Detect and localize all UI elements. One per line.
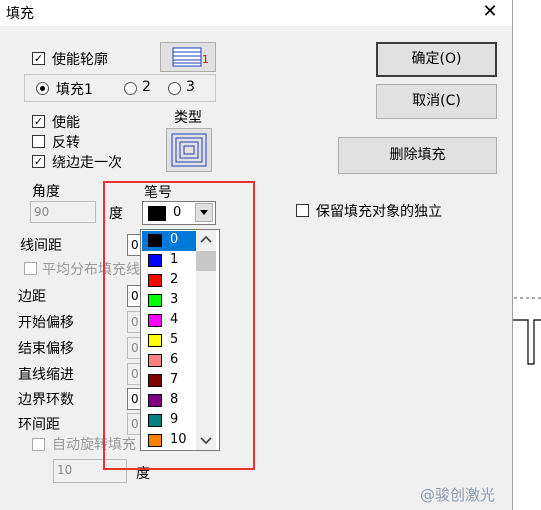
- border-loops-label: 边界环数: [18, 392, 74, 408]
- radio-fill3[interactable]: [168, 82, 181, 95]
- radio-fill2[interactable]: [124, 82, 137, 95]
- start-offset-label: 开始偏移: [18, 315, 74, 331]
- delete-fill-button[interactable]: 删除填充: [338, 137, 497, 174]
- cancel-button[interactable]: 取消(C): [376, 84, 497, 119]
- fill-type-button[interactable]: [166, 128, 212, 172]
- radio-fill2-label: 2: [142, 79, 151, 95]
- canvas-fragment: [512, 297, 541, 365]
- highlight-frame: [103, 181, 255, 470]
- enable-outline-checkbox[interactable]: ✓: [32, 52, 45, 65]
- concentric-squares-icon: [171, 133, 207, 167]
- keep-independent-label: 保留填充对象的独立: [316, 204, 442, 220]
- radio-fill3-label: 3: [186, 79, 195, 95]
- title-bar: [0, 0, 512, 26]
- svg-text:1: 1: [202, 53, 209, 66]
- radio-fill1[interactable]: [36, 82, 49, 95]
- enable-checkbox[interactable]: ✓: [32, 115, 45, 128]
- edge-once-label: 绕边走一次: [52, 155, 122, 171]
- auto-rotate-checkbox[interactable]: [32, 438, 45, 451]
- line-spacing-label: 线间距: [20, 238, 62, 254]
- angle-label: 角度: [32, 184, 60, 200]
- angle-input[interactable]: 90: [30, 201, 96, 223]
- close-button[interactable]: ✕: [479, 1, 501, 23]
- end-offset-label: 结束偏移: [18, 341, 74, 357]
- keep-independent-checkbox[interactable]: [296, 204, 309, 217]
- margin-label: 边距: [18, 289, 46, 305]
- edge-once-checkbox[interactable]: ✓: [32, 155, 45, 168]
- line-shrink-label: 直线缩进: [18, 367, 74, 383]
- watermark: @骏创激光: [420, 486, 496, 504]
- outline-pen-button[interactable]: 1: [160, 42, 216, 72]
- enable-outline-label: 使能轮廓: [52, 52, 108, 68]
- average-distribute-checkbox[interactable]: [24, 262, 37, 275]
- hatch-lines-icon: 1: [172, 47, 209, 67]
- type-label: 类型: [174, 110, 202, 126]
- ok-button[interactable]: 确定(O): [376, 42, 497, 77]
- enable-label: 使能: [52, 115, 80, 131]
- ring-spacing-label: 环间距: [18, 417, 60, 433]
- window-title: 填充: [6, 6, 34, 22]
- invert-checkbox[interactable]: [32, 135, 45, 148]
- invert-label: 反转: [52, 135, 80, 151]
- radio-fill1-label: 填充1: [56, 82, 93, 98]
